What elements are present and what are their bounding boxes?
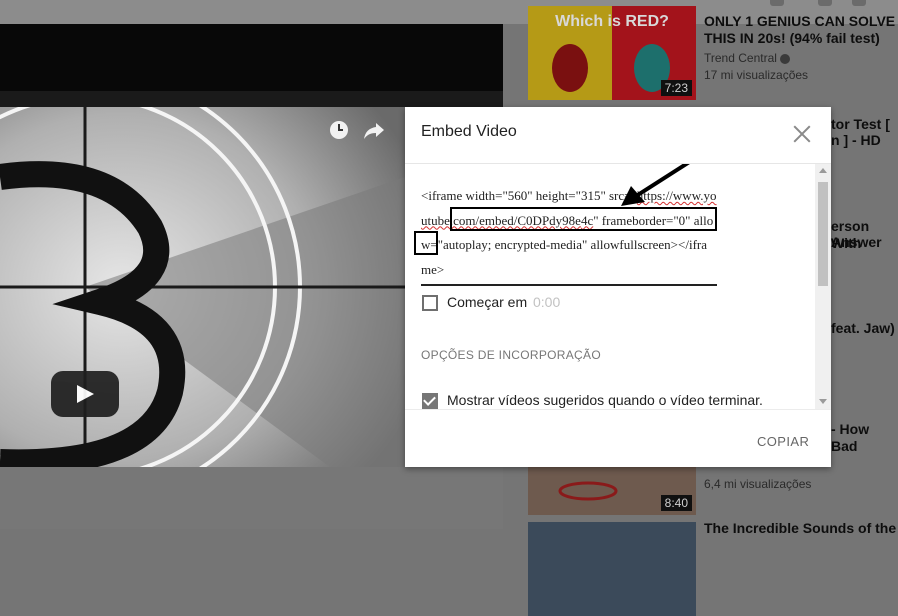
dialog-footer: COPIAR — [405, 409, 831, 468]
play-button[interactable] — [51, 371, 119, 417]
scrollbar-thumb[interactable] — [818, 182, 828, 286]
video-title-line[interactable]: THIS IN 20s! (94% fail test) — [704, 30, 880, 47]
start-at-checkbox[interactable] — [422, 295, 438, 311]
id-highlight-box — [414, 231, 438, 255]
verified-icon — [780, 53, 791, 64]
dialog-scrollbar[interactable] — [815, 164, 831, 409]
show-suggested-videos-label: Mostrar vídeos sugeridos quando o vídeo … — [447, 392, 763, 408]
embed-preview-video[interactable] — [0, 107, 405, 467]
show-suggested-videos-checkbox[interactable] — [422, 393, 438, 409]
copy-button[interactable]: COPIAR — [757, 434, 809, 449]
video-title-fragment[interactable]: - How Bad — [831, 421, 898, 455]
youtube-watch-page: Which is RED? 7:23 ONLY 1 GENIUS CAN SOL… — [0, 0, 898, 616]
embed-options-heading: OPÇÕES DE INCORPORAÇÃO — [421, 348, 601, 362]
start-at-label: Começar em — [447, 294, 528, 310]
view-count: 6,4 mi visualizações — [704, 477, 812, 491]
dialog-body: <iframe width="560" height="315" src="ht… — [405, 164, 831, 409]
notifications-icon[interactable] — [852, 0, 866, 6]
close-icon[interactable] — [793, 125, 811, 143]
duration-badge: 7:23 — [660, 80, 692, 96]
video-title-fragment[interactable]: n ] - HD — [831, 132, 881, 149]
apps-icon[interactable] — [818, 0, 832, 6]
embed-code-prefix: <iframe width="560" height="315" src=" — [421, 188, 637, 203]
video-title-fragment[interactable]: tor Test [ — [831, 116, 890, 133]
video-title-fragment[interactable]: Answer — [831, 234, 882, 251]
channel-name[interactable]: Trend Central — [704, 51, 791, 65]
upload-icon[interactable] — [770, 0, 784, 6]
dialog-header: Embed Video — [405, 107, 831, 164]
start-time-input[interactable]: 0:00 — [533, 294, 560, 310]
player-controls-strip — [0, 91, 503, 107]
play-icon — [77, 385, 94, 403]
scroll-up-icon[interactable] — [819, 168, 827, 173]
video-title-line[interactable]: ONLY 1 GENIUS CAN SOLVE — [704, 13, 895, 30]
dialog-title: Embed Video — [421, 123, 517, 140]
url-highlight-box — [450, 207, 717, 231]
svg-text:Which is RED?: Which is RED? — [555, 13, 669, 30]
below-player-area — [0, 467, 503, 529]
video-thumbnail[interactable]: Which is RED? 7:23 — [528, 6, 696, 100]
annotation-arrow-icon — [621, 164, 690, 206]
video-title-fragment[interactable]: feat. Jaw) — [831, 320, 895, 337]
embed-video-dialog: Embed Video <iframe width="560" height="… — [405, 107, 831, 467]
video-thumbnail[interactable] — [528, 522, 696, 616]
view-count: 17 mi visualizações — [704, 68, 809, 82]
scroll-down-icon[interactable] — [819, 399, 827, 404]
player-top-area — [0, 24, 503, 91]
duration-badge: 8:40 — [660, 495, 692, 511]
